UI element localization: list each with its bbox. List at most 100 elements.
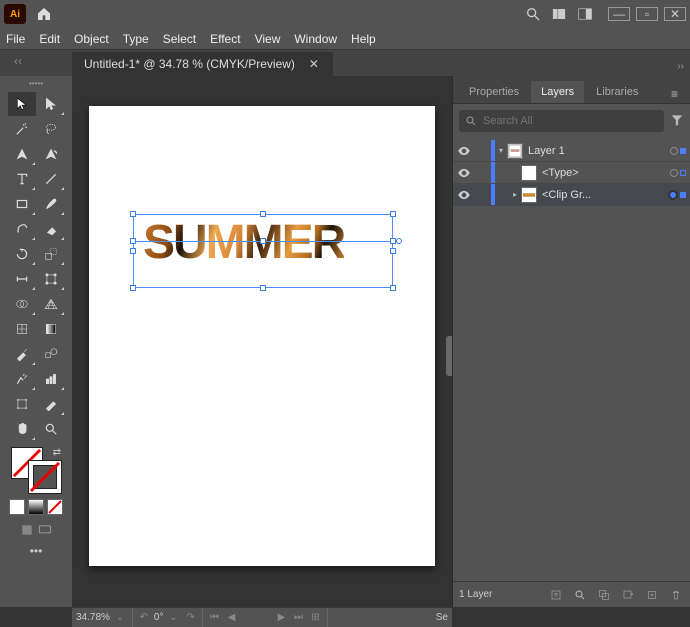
direct-selection-tool[interactable] [37, 92, 65, 116]
eyedropper-tool[interactable] [8, 342, 36, 366]
selection-bounding-box[interactable] [133, 214, 393, 288]
zoom-level[interactable]: 34.78% [76, 612, 110, 623]
layer-search-input[interactable] [483, 115, 658, 127]
panel-handle-icon[interactable]: ‹‹ [14, 54, 22, 68]
layer-row[interactable]: <Type> [453, 162, 690, 184]
shaper-tool[interactable] [8, 217, 36, 241]
scale-tool[interactable] [37, 242, 65, 266]
artboard-next-icon[interactable]: ▶ [274, 611, 288, 625]
screen-mode-icon[interactable] [38, 523, 52, 540]
target-icon[interactable] [670, 147, 678, 155]
menu-effect[interactable]: Effect [210, 32, 240, 46]
pen-tool[interactable] [8, 142, 36, 166]
menu-edit[interactable]: Edit [39, 32, 60, 46]
menu-select[interactable]: Select [163, 32, 196, 46]
selection-tool[interactable] [8, 92, 36, 116]
close-button[interactable]: ✕ [664, 7, 686, 21]
layer-name[interactable]: <Clip Gr... [542, 189, 668, 201]
select-indicator[interactable] [680, 192, 686, 198]
tab-libraries[interactable]: Libraries [586, 81, 648, 103]
delete-layer-icon[interactable] [668, 587, 684, 603]
hand-tool[interactable] [8, 417, 36, 441]
menu-help[interactable]: Help [351, 32, 376, 46]
target-icon[interactable] [670, 169, 678, 177]
search-icon[interactable] [520, 3, 546, 25]
artboard-nav-icon[interactable]: ⊞ [308, 611, 322, 625]
menu-view[interactable]: View [255, 32, 281, 46]
artboard-first-icon[interactable]: ⏮ [207, 611, 221, 625]
perspective-grid-tool[interactable] [37, 292, 65, 316]
layer-name[interactable]: <Type> [542, 167, 670, 179]
eraser-tool[interactable] [37, 217, 65, 241]
layer-name[interactable]: Layer 1 [528, 145, 670, 157]
rotate-cw-icon[interactable]: ↷ [183, 611, 197, 625]
swap-fill-stroke-icon[interactable]: ⇄ [53, 447, 61, 458]
gradient-mode-icon[interactable] [28, 499, 44, 515]
tab-properties[interactable]: Properties [459, 81, 529, 103]
select-indicator[interactable] [680, 170, 686, 176]
layer-row[interactable]: ▸ <Clip Gr... [453, 184, 690, 206]
type-tool[interactable] [8, 167, 36, 191]
target-icon[interactable] [668, 190, 678, 200]
visibility-toggle[interactable] [453, 144, 475, 158]
magic-wand-tool[interactable] [8, 117, 36, 141]
rotate-value[interactable]: 0° [154, 612, 164, 623]
panel-menu-icon[interactable]: ≡ [665, 85, 684, 103]
width-tool[interactable] [8, 267, 36, 291]
filter-icon[interactable] [670, 113, 684, 130]
panel-drag-handle[interactable] [446, 336, 452, 376]
tab-layers[interactable]: Layers [531, 81, 584, 103]
draw-normal-icon[interactable] [20, 523, 34, 540]
minimize-button[interactable]: — [608, 7, 630, 21]
clip-mask-icon[interactable] [596, 587, 612, 603]
layer-row[interactable]: ▾ Layer 1 [453, 140, 690, 162]
chevron-right-icon[interactable]: ▸ [509, 190, 521, 199]
zoom-tool[interactable] [37, 417, 65, 441]
rotate-dropdown-icon[interactable]: ⌄ [166, 611, 180, 625]
menu-object[interactable]: Object [74, 32, 109, 46]
blend-tool[interactable] [37, 342, 65, 366]
gradient-tool[interactable] [37, 317, 65, 341]
paintbrush-tool[interactable] [37, 192, 65, 216]
chevron-down-icon[interactable]: ▾ [495, 146, 507, 155]
fill-stroke-control[interactable]: ⇄ [11, 447, 61, 493]
artboard-prev-icon[interactable]: ◀ [224, 611, 238, 625]
curvature-tool[interactable] [37, 142, 65, 166]
mesh-tool[interactable] [8, 317, 36, 341]
artboard[interactable]: SUMMER [89, 106, 435, 566]
menu-window[interactable]: Window [294, 32, 337, 46]
menu-file[interactable]: File [6, 32, 25, 46]
rotate-ccw-icon[interactable]: ↶ [137, 611, 151, 625]
column-graph-tool[interactable] [37, 367, 65, 391]
locate-object-icon[interactable] [572, 587, 588, 603]
home-icon[interactable] [34, 4, 54, 24]
select-indicator[interactable] [680, 148, 686, 154]
arrange-docs-icon[interactable] [546, 3, 572, 25]
stroke-swatch[interactable] [29, 461, 61, 493]
new-sublayer-icon[interactable] [620, 587, 636, 603]
panel-collapse-icon[interactable]: ›› [671, 57, 690, 76]
shape-builder-tool[interactable] [8, 292, 36, 316]
line-tool[interactable] [37, 167, 65, 191]
rotate-tool[interactable] [8, 242, 36, 266]
color-mode-icon[interactable] [9, 499, 25, 515]
lasso-tool[interactable] [37, 117, 65, 141]
none-mode-icon[interactable] [47, 499, 63, 515]
artboard-tool[interactable] [8, 392, 36, 416]
artboard-last-icon[interactable]: ⏭ [291, 611, 305, 625]
document-tab[interactable]: Untitled-1* @ 34.78 % (CMYK/Preview) ✕ [72, 52, 333, 76]
rectangle-tool[interactable] [8, 192, 36, 216]
free-transform-tool[interactable] [37, 267, 65, 291]
workspace-icon[interactable] [572, 3, 598, 25]
menu-type[interactable]: Type [123, 32, 149, 46]
edit-toolbar-icon[interactable]: ••• [30, 544, 43, 558]
new-layer-icon[interactable] [644, 587, 660, 603]
zoom-dropdown-icon[interactable]: ⌄ [113, 611, 127, 625]
tool-options-icon[interactable]: ••••• [0, 78, 72, 88]
visibility-toggle[interactable] [453, 188, 475, 202]
visibility-toggle[interactable] [453, 166, 475, 180]
symbol-sprayer-tool[interactable] [8, 367, 36, 391]
layer-export-icon[interactable] [548, 587, 564, 603]
close-tab-icon[interactable]: ✕ [307, 57, 321, 71]
slice-tool[interactable] [37, 392, 65, 416]
